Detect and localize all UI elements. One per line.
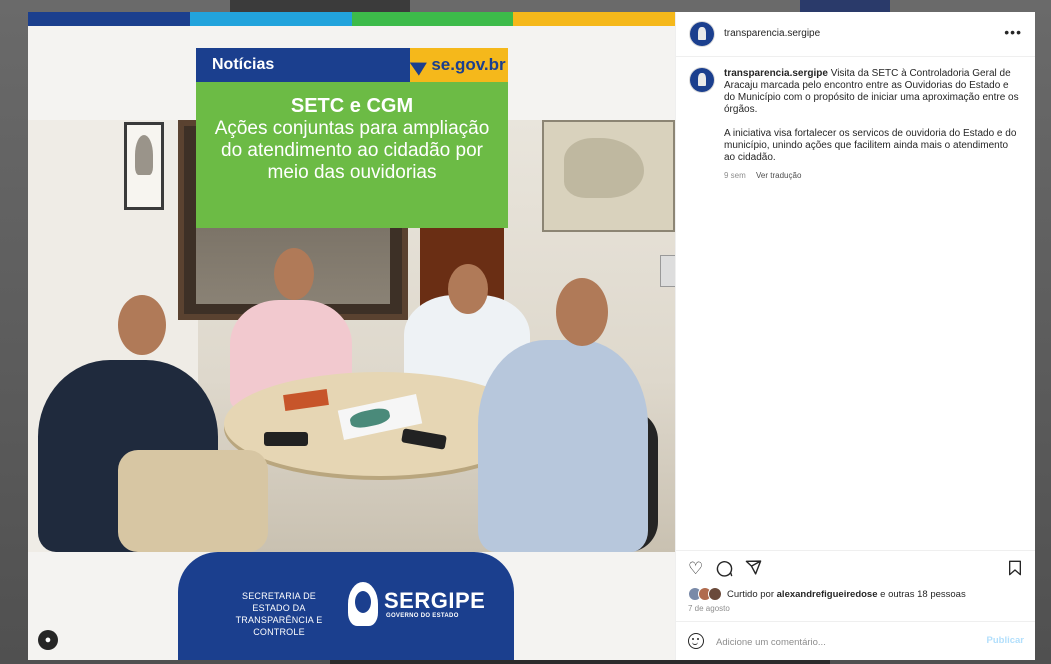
bookmark-icon[interactable]: [1008, 560, 1022, 580]
news-subheadline: Ações conjuntas para ampliação do atendi…: [214, 118, 490, 183]
photo-phone: [264, 432, 308, 446]
backdrop-shape: [230, 0, 410, 12]
likes-prefix: Curtido por: [727, 588, 774, 600]
comment-input[interactable]: [714, 633, 968, 651]
photo-person-head: [448, 264, 488, 314]
state-emblem-icon: [348, 582, 378, 626]
brand-color-bar: [28, 12, 675, 26]
photo-wall-switch: [660, 255, 675, 287]
gov-logo: se.gov.br: [410, 48, 508, 82]
brand-name: SERGIPE: [384, 588, 486, 613]
news-header: Notícias se.gov.br: [196, 48, 508, 82]
tagged-user-icon[interactable]: ●: [38, 630, 58, 650]
post-actions: ♡ Curtido por alexandrefigueiredose e ou…: [676, 550, 1035, 660]
photo-wall-map: [542, 120, 675, 232]
caption-meta: 9 sem Ver tradução: [724, 170, 1020, 182]
news-headline-box: SETC e CGM Ações conjuntas para ampliaçã…: [196, 82, 508, 228]
caption-avatar[interactable]: [690, 68, 714, 92]
heart-icon[interactable]: ♡: [688, 560, 703, 577]
profile-avatar[interactable]: [690, 22, 714, 46]
photo-person-head: [274, 248, 314, 300]
post-date[interactable]: 7 de agosto: [688, 604, 730, 613]
post-header: transparencia.sergipe •••: [676, 12, 1035, 57]
post-details-panel: transparencia.sergipe ••• transparencia.…: [675, 12, 1035, 660]
likes-suffix[interactable]: e outras 18 pessoas: [880, 589, 966, 600]
gov-logo-text: se.gov.br: [431, 55, 506, 74]
liker-username[interactable]: alexandrefigueiredose: [777, 589, 878, 600]
photo-person-head: [118, 295, 166, 355]
translate-link[interactable]: Ver tradução: [756, 171, 801, 180]
color-stripe-cyan: [189, 12, 352, 26]
send-icon[interactable]: [745, 559, 762, 579]
post-age: 9 sem: [724, 171, 746, 180]
liker-avatar: [708, 587, 722, 601]
color-stripe-blue: [28, 12, 190, 26]
post-image[interactable]: Notícias se.gov.br SETC e CGM Ações conj…: [28, 12, 675, 660]
caption-paragraph-2: A iniciativa visa fortalecer os servicos…: [724, 128, 1017, 163]
government-band: SECRETARIA DE ESTADO DA TRANSPARÊNCIA E …: [178, 552, 514, 660]
photo-portrait-frame: [124, 122, 164, 210]
photo-person-legs: [118, 450, 268, 552]
comment-icon[interactable]: [716, 560, 733, 580]
brand-subtitle: GOVERNO DO ESTADO: [386, 613, 459, 619]
backdrop-shape: [800, 0, 890, 12]
color-stripe-green: [351, 12, 514, 26]
photo-person: [478, 340, 648, 552]
emoji-icon[interactable]: [688, 633, 704, 649]
news-headline: SETC e CGM: [290, 95, 414, 117]
photo-person-head: [556, 278, 608, 346]
secretaria-label: SECRETARIA DE ESTADO DA TRANSPARÊNCIA E …: [235, 591, 323, 637]
send-arrow-icon: [410, 54, 431, 76]
likes-summary: Curtido por alexandrefigueiredose e outr…: [688, 587, 966, 601]
caption-username[interactable]: transparencia.sergipe: [724, 68, 828, 79]
color-stripe-yellow: [513, 12, 675, 26]
likes-text: Curtido por alexandrefigueiredose e outr…: [727, 589, 966, 600]
news-tag: Notícias: [196, 48, 410, 82]
post-modal: Notícias se.gov.br SETC e CGM Ações conj…: [28, 12, 1035, 660]
header-username[interactable]: transparencia.sergipe: [724, 28, 820, 39]
post-comment-button[interactable]: Publicar: [987, 635, 1025, 646]
comment-bar: Publicar: [676, 621, 1035, 660]
caption-text: transparencia.sergipe Visita da SETC à C…: [724, 68, 1020, 182]
more-horizontal-icon[interactable]: •••: [1004, 24, 1022, 40]
